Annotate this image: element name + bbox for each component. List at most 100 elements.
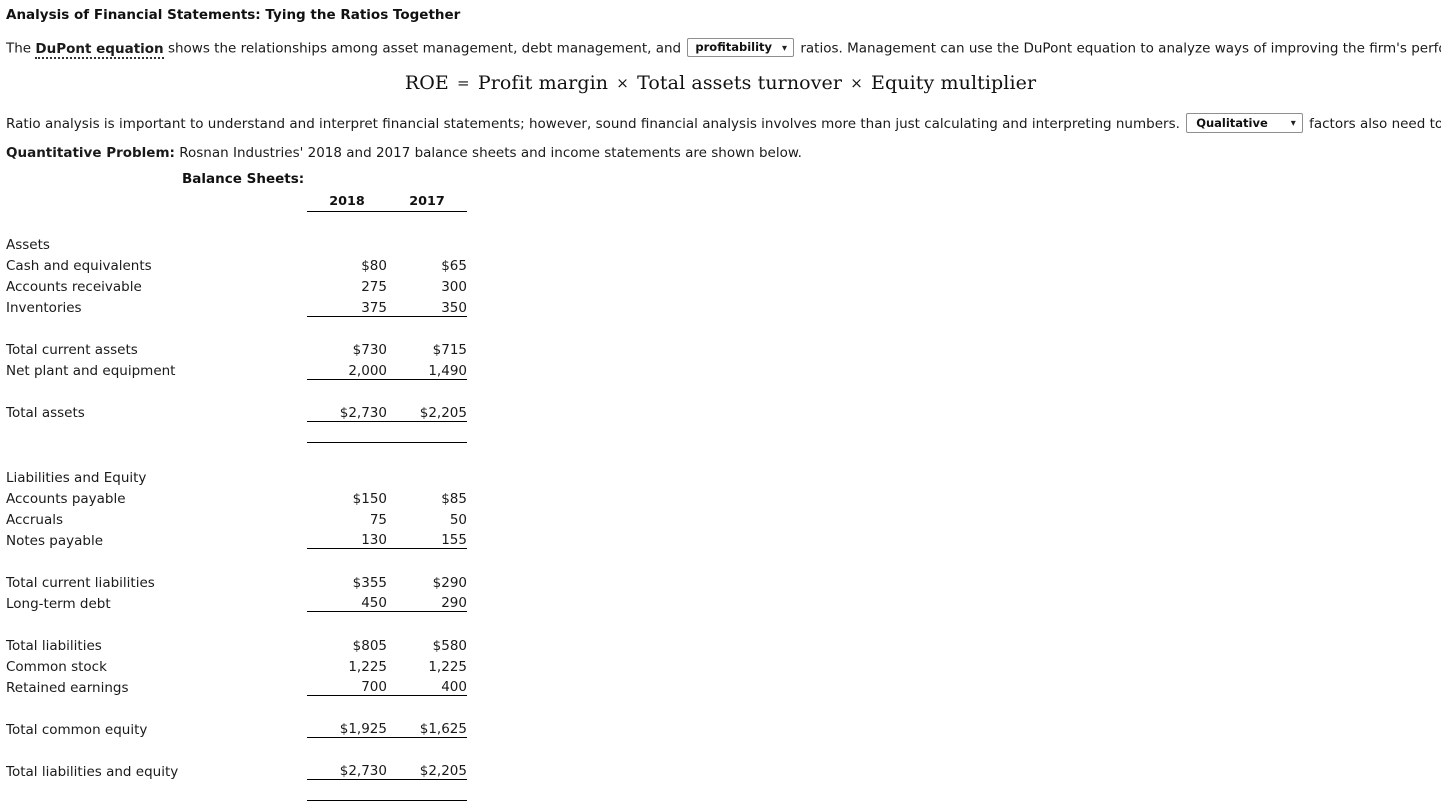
quantitative-problem-paragraph: Quantitative Problem: Rosnan Industries'…	[6, 145, 802, 162]
row-label: Total assets	[6, 405, 85, 421]
subtotal-rule	[387, 695, 467, 717]
paragraph2-part1: Ratio analysis is important to understan…	[6, 116, 1185, 132]
subtotal-rule	[387, 611, 467, 633]
section-title-row: Assets	[6, 232, 467, 253]
row-value: 2,000	[348, 362, 387, 379]
subtotal-rule	[307, 695, 387, 717]
row-value: $2,730	[339, 404, 387, 421]
row-value: $2,205	[419, 404, 467, 421]
row-label: Total common equity	[6, 721, 148, 738]
quantitative-problem-label: Quantitative Problem:	[6, 145, 175, 161]
subtotal-rule-row	[6, 695, 467, 717]
section-title-row: Liabilities and Equity	[6, 465, 467, 486]
table-row: Retained earnings 700 400	[6, 675, 467, 696]
section-title-blank	[387, 232, 467, 253]
row-value: 400	[441, 679, 467, 695]
row-value: 290	[441, 595, 467, 611]
chevron-down-icon: ▾	[782, 43, 788, 54]
column-header-label: 2017	[409, 193, 445, 209]
subtotal-rule	[307, 548, 387, 570]
row-value: $80	[361, 258, 387, 274]
equation-lhs: ROE	[404, 72, 449, 94]
spacer	[6, 442, 307, 465]
row-value: 1,490	[428, 362, 467, 379]
roe-equation: ROE = Profit margin × Total assets turno…	[0, 72, 1441, 94]
subtotal-rule-row	[6, 737, 467, 759]
row-label: Accruals	[6, 511, 64, 528]
column-header-year-2018: 2018	[307, 190, 387, 211]
column-header-year-2017: 2017	[387, 190, 467, 211]
table-header-row: 2018 2017	[6, 190, 467, 211]
row-value: $65	[441, 258, 467, 274]
row-value: 130	[361, 532, 387, 548]
row-value: $290	[432, 574, 467, 591]
header-rule-row	[6, 210, 467, 232]
table-row: Accruals 75 50	[6, 507, 467, 528]
row-value: 450	[361, 595, 387, 611]
qualitative-dropdown[interactable]: Qualitative ▾	[1186, 113, 1303, 133]
row-value: 50	[449, 511, 467, 528]
row-label: Long-term debt	[6, 595, 111, 612]
section-title: Assets	[6, 237, 50, 253]
row-label: Total liabilities and equity	[6, 763, 179, 780]
row-label: Cash and equivalents	[6, 258, 152, 274]
dupont-paragraph: The DuPont equation shows the relationsh…	[6, 38, 1441, 59]
row-label: Inventories	[6, 300, 82, 316]
row-label: Total current assets	[6, 342, 138, 358]
profitability-dropdown[interactable]: profitability ▾	[687, 38, 795, 57]
row-label: Net plant and equipment	[6, 363, 176, 379]
row-value: 300	[441, 279, 467, 295]
row-label: Accounts payable	[6, 490, 126, 507]
table-row: Total liabilities and equity $2,730 $2,205	[6, 759, 467, 780]
table-row: Total common equity $1,925 $1,625	[6, 717, 467, 738]
row-value: 700	[361, 679, 387, 695]
profitability-dropdown-value: profitability	[695, 40, 773, 54]
dupont-equation-term[interactable]: DuPont equation	[35, 40, 164, 59]
row-value: $85	[441, 490, 467, 507]
row-value: $1,925	[339, 721, 387, 737]
row-value: 75	[369, 511, 387, 528]
subtotal-rule	[307, 737, 387, 759]
rule-spacer	[6, 738, 307, 759]
equation-term1: Profit margin	[477, 72, 609, 94]
row-value: 375	[361, 299, 387, 316]
subtotal-rule	[387, 737, 467, 759]
paragraph1-part3: ratios. Management can use the DuPont eq…	[800, 40, 1441, 57]
equation-multiply-2: ×	[850, 74, 863, 92]
column-header-label: 2018	[329, 193, 365, 209]
row-value: 350	[441, 299, 467, 316]
row-label: Common stock	[6, 658, 107, 675]
table-row: Accounts receivable 275 300	[6, 274, 467, 295]
table-row: Total current assets $730 $715	[6, 337, 467, 358]
row-value: $730	[352, 342, 387, 358]
row-value: $355	[352, 574, 387, 591]
section-title-blank	[387, 465, 467, 486]
row-value: $2,730	[339, 763, 387, 779]
subtotal-rule-row	[6, 611, 467, 633]
table-row: Total assets $2,730 $2,205	[6, 400, 467, 422]
qualitative-dropdown-value: Qualitative	[1196, 116, 1268, 130]
table-row: Accounts payable $150 $85	[6, 486, 467, 507]
paragraph2-part2: factors also need to be considered.	[1309, 116, 1441, 132]
rule-spacer	[6, 780, 307, 801]
header-rule	[387, 210, 467, 232]
problem-page: Analysis of Financial Statements: Tying …	[0, 0, 1441, 801]
rule-spacer	[6, 211, 307, 232]
subtotal-rule	[387, 378, 467, 400]
total-double-rule	[387, 779, 467, 801]
row-label: Retained earnings	[6, 679, 129, 696]
header-rule	[307, 210, 387, 232]
total-double-rule-row	[6, 779, 467, 801]
row-value: $580	[432, 637, 467, 654]
equation-term2: Total assets turnover	[637, 72, 843, 94]
total-double-rule	[307, 779, 387, 801]
subtotal-rule	[387, 548, 467, 570]
total-double-rule	[387, 420, 467, 443]
row-label: Accounts receivable	[6, 279, 142, 295]
column-header-blank	[6, 190, 307, 211]
subtotal-rule	[387, 315, 467, 337]
subtotal-rule	[307, 315, 387, 337]
rule-spacer	[6, 612, 307, 633]
row-value: 1,225	[348, 658, 387, 675]
rule-spacer	[6, 379, 307, 400]
